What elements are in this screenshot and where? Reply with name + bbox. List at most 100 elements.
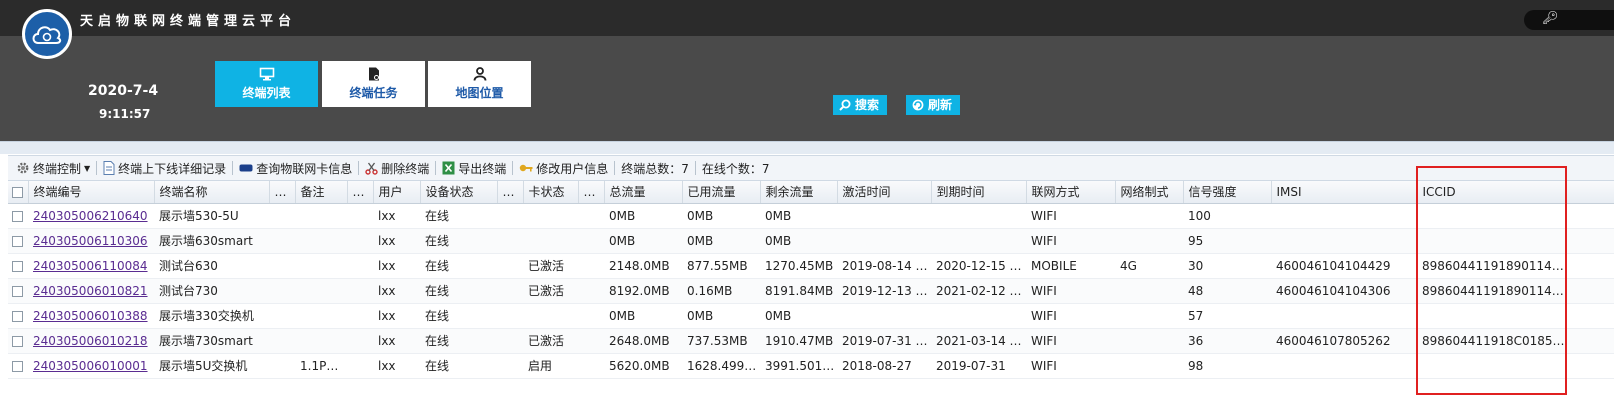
cell-expiry-time: 2019-07-31 [931, 353, 1026, 379]
col-device-status[interactable]: 设备状态 [420, 181, 498, 204]
col-imsi[interactable]: IMSI [1271, 181, 1418, 204]
cell-network-mode: WIFI [1026, 303, 1115, 329]
cell-device-status: 在线 [420, 253, 497, 279]
search-button[interactable]: 搜索 [833, 95, 888, 115]
col-expiry-time[interactable]: 到期时间 [931, 181, 1027, 204]
terminal-id-link[interactable]: 240305006010218 [33, 334, 148, 348]
terminal-id-link[interactable]: 240305006010001 [33, 359, 148, 373]
table-row[interactable]: 240305006010001 展示墙5U交换机 1.1P… lxx 在线 启用 5620.… [8, 353, 1614, 379]
terminal-id-link[interactable]: 240305006210640 [33, 209, 148, 223]
edit-user-info-button[interactable]: 修改用户信息 [515, 157, 612, 179]
col-total-traffic[interactable]: 总流量 [604, 181, 683, 204]
terminal-id-link[interactable]: 240305006010821 [33, 284, 148, 298]
export-terminal-label: 导出终端 [458, 161, 507, 176]
cell-expiry-time: 2021-02-12 … [931, 278, 1026, 304]
cell-collapsed-1 [269, 303, 295, 329]
col-user[interactable]: 用户 [373, 181, 421, 204]
cell-activation-time [837, 203, 931, 229]
row-checkbox[interactable] [12, 260, 23, 272]
cell-collapsed-2 [347, 353, 373, 379]
row-checkbox[interactable] [12, 310, 23, 322]
cell-imsi: 460046104104306 [1271, 278, 1417, 304]
cell-card-status: 已激活 [523, 253, 578, 279]
table-row[interactable]: 240305006010218 展示墙730smart lxx 在线 已激活 2648.0… [8, 328, 1614, 354]
col-collapsed-2[interactable]: … [347, 181, 374, 204]
cell-collapsed-4 [578, 328, 604, 354]
col-terminal-name[interactable]: 终端名称 [154, 181, 270, 204]
cell-iccid [1417, 228, 1614, 254]
search-icon [839, 99, 851, 111]
cell-used-traffic: 0.16MB [682, 278, 760, 304]
cell-remark [295, 203, 347, 229]
row-checkbox[interactable] [12, 360, 23, 372]
row-checkbox-cell[interactable] [8, 253, 28, 279]
toolbar-separator [512, 161, 514, 175]
cell-remaining-traffic: 1270.45MB [760, 253, 837, 279]
select-all-checkbox[interactable] [12, 186, 23, 198]
cell-user: lxx [373, 303, 420, 329]
cell-remark [295, 278, 347, 304]
col-remaining-traffic[interactable]: 剩余流量 [760, 181, 838, 204]
row-checkbox[interactable] [12, 285, 23, 297]
tab-terminal-list-label: 终端列表 [242, 86, 291, 100]
delete-terminal-button[interactable]: 删除终端 [361, 157, 433, 179]
col-remark[interactable]: 备注 [295, 181, 348, 204]
refresh-button[interactable]: 刷新 [906, 95, 961, 115]
terminal-id-link[interactable]: 240305006010388 [33, 309, 148, 323]
tab-map-location[interactable]: 地图位置 [428, 61, 531, 107]
cell-iccid [1417, 303, 1614, 329]
select-all-checkbox-cell[interactable] [8, 181, 29, 204]
cell-total-traffic: 5620.0MB [604, 353, 682, 379]
row-checkbox[interactable] [12, 235, 23, 247]
tab-terminal-tasks[interactable]: 终端任务 [322, 61, 425, 107]
terminal-id-link[interactable]: 240305006110306 [33, 234, 148, 248]
row-checkbox-cell[interactable] [8, 303, 28, 329]
search-button-label: 搜索 [855, 98, 880, 112]
cell-network-standard [1115, 228, 1183, 254]
terminal-id-link[interactable]: 240305006110084 [33, 259, 148, 273]
col-collapsed-1[interactable]: … [269, 181, 296, 204]
cell-collapsed-2 [347, 253, 373, 279]
cell-iccid [1417, 353, 1614, 379]
row-checkbox-cell[interactable] [8, 203, 28, 229]
cell-user: lxx [373, 203, 420, 229]
col-collapsed-4[interactable]: … [578, 181, 605, 204]
col-card-status[interactable]: 卡状态 [523, 181, 579, 204]
export-terminal-button[interactable]: 导出终端 [438, 157, 510, 179]
table-row[interactable]: 240305006010388 展示墙330交换机 lxx 在线 0MB 0MB 0MB WI… [8, 303, 1614, 329]
user-menu[interactable]: 🔑︎ [1524, 10, 1614, 30]
row-checkbox-cell[interactable] [8, 228, 28, 254]
col-signal-strength[interactable]: 信号强度 [1183, 181, 1272, 204]
grid-header-row: 终端编号 终端名称 … 备注 … 用户 设备状态 … 卡状态 … 总流量 已用流… [8, 181, 1614, 204]
cell-total-traffic: 0MB [604, 228, 682, 254]
sim-card-query-button[interactable]: 查询物联网卡信息 [235, 157, 356, 179]
table-row[interactable]: 240305006010821 测试台730 lxx 在线 已激活 8192.0MB 0.1… [8, 278, 1614, 304]
cell-user: lxx [373, 278, 420, 304]
cell-remark [295, 328, 347, 354]
row-checkbox[interactable] [12, 210, 23, 222]
terminal-control-menu[interactable]: 终端控制 ▼ [12, 157, 94, 179]
cell-remaining-traffic: 8191.84MB [760, 278, 837, 304]
toolbar-separator [694, 161, 696, 175]
row-checkbox-cell[interactable] [8, 328, 28, 354]
col-network-mode[interactable]: 联网方式 [1026, 181, 1116, 204]
tab-terminal-list[interactable]: 终端列表 [215, 61, 318, 107]
row-checkbox-cell[interactable] [8, 278, 28, 304]
monitor-icon [259, 67, 274, 81]
col-terminal-id[interactable]: 终端编号 [28, 181, 155, 204]
col-activation-time[interactable]: 激活时间 [837, 181, 932, 204]
col-collapsed-3[interactable]: … [497, 181, 524, 204]
table-row[interactable]: 240305006210640 展示墙530-5U lxx 在线 0MB 0MB 0MB WI… [8, 203, 1614, 229]
cell-card-status [523, 228, 578, 254]
col-network-standard[interactable]: 网络制式 [1115, 181, 1184, 204]
table-row[interactable]: 240305006110306 展示墙630smart lxx 在线 0MB 0MB 0MB… [8, 228, 1614, 254]
row-checkbox-cell[interactable] [8, 353, 28, 379]
online-log-button[interactable]: 终端上下线详细记录 [99, 157, 230, 179]
col-used-traffic[interactable]: 已用流量 [682, 181, 761, 204]
col-iccid[interactable]: ICCID [1417, 181, 1614, 204]
cell-used-traffic: 877.55MB [682, 253, 760, 279]
row-checkbox[interactable] [12, 335, 23, 347]
table-row[interactable]: 240305006110084 测试台630 lxx 在线 已激活 2148.0MB 877… [8, 253, 1614, 279]
cell-collapsed-1 [269, 328, 295, 354]
cell-signal-strength: 100 [1183, 203, 1271, 229]
